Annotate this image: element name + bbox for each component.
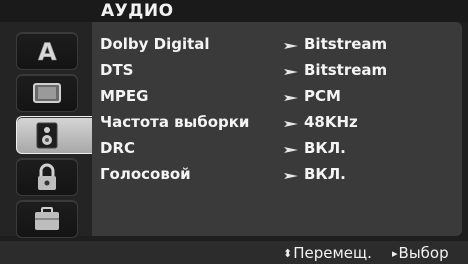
osd-screen: АУДИО A Dolby Digital Bitstream DTS Bits… bbox=[0, 0, 468, 264]
letter-a-icon: A bbox=[38, 38, 58, 67]
title-bar: АУДИО bbox=[0, 0, 468, 22]
help-move-label: Перемещ. bbox=[293, 244, 372, 262]
up-down-arrows-icon: ⬍ bbox=[283, 247, 293, 260]
setting-value: ВКЛ. bbox=[304, 165, 346, 183]
setting-value: Bitstream bbox=[304, 61, 388, 79]
speaker-icon bbox=[36, 122, 58, 149]
help-select: ▸Выбор bbox=[392, 244, 449, 262]
arrow-right-icon bbox=[284, 69, 298, 75]
arrow-right-icon bbox=[284, 121, 298, 127]
setting-label: Частота выборки bbox=[100, 113, 250, 131]
tab-audio[interactable] bbox=[16, 116, 93, 154]
setting-value: PCM bbox=[304, 87, 341, 105]
setting-label: Голосовой bbox=[100, 165, 191, 183]
tab-column: A bbox=[0, 22, 93, 238]
setting-value: Bitstream bbox=[304, 35, 388, 53]
menu-title: АУДИО bbox=[101, 1, 174, 21]
setting-value: ВКЛ. bbox=[304, 139, 346, 157]
padlock-icon bbox=[38, 163, 56, 190]
setting-label: Dolby Digital bbox=[100, 35, 210, 53]
tab-language[interactable]: A bbox=[16, 32, 78, 70]
arrow-right-icon bbox=[284, 43, 298, 49]
help-select-label: Выбор bbox=[398, 244, 449, 262]
arrow-right-icon bbox=[284, 147, 298, 153]
tab-lock[interactable] bbox=[16, 158, 78, 196]
right-triangle-icon: ▸ bbox=[392, 247, 398, 260]
tab-language-letter: A bbox=[38, 38, 57, 66]
briefcase-icon bbox=[35, 207, 59, 230]
setting-label: DRC bbox=[100, 139, 136, 157]
setting-label: MPEG bbox=[100, 87, 149, 105]
setting-value: 48KHz bbox=[304, 113, 358, 131]
arrow-right-icon bbox=[284, 95, 298, 101]
arrow-right-icon bbox=[284, 173, 298, 179]
setting-label: DTS bbox=[100, 61, 134, 79]
tab-others[interactable] bbox=[16, 200, 78, 238]
help-move: ⬍Перемещ. bbox=[283, 244, 372, 262]
tv-screen-icon bbox=[33, 83, 61, 103]
tab-display[interactable] bbox=[16, 74, 78, 112]
